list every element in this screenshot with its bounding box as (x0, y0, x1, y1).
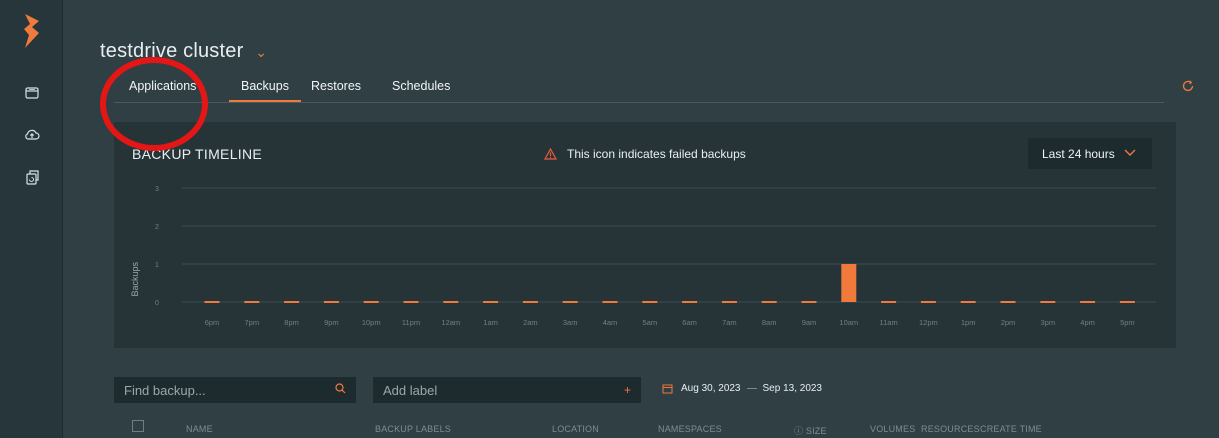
search-icon (335, 383, 346, 397)
x-tick-label: 1pm (961, 318, 976, 327)
y-axis-label: Backups (130, 261, 140, 296)
x-tick-label: 3am (563, 318, 578, 327)
select-all-checkbox[interactable] (132, 420, 144, 432)
bar (721, 301, 737, 303)
x-tick-label: 11pm (402, 318, 420, 327)
column-header-size-label: SIZE (805, 426, 827, 436)
bar (363, 301, 379, 303)
cluster-selector[interactable]: testdrive cluster ⌄ (100, 40, 267, 63)
sidebar-item-backups[interactable] (23, 126, 41, 144)
sidebar (0, 0, 63, 438)
x-tick-label: 6pm (205, 318, 220, 327)
add-label-input[interactable]: Add label + (373, 377, 641, 403)
cloud-upload-icon (25, 129, 40, 140)
x-tick-label: 3pm (1041, 318, 1056, 327)
bar (522, 301, 538, 303)
bar (801, 301, 817, 303)
bar (562, 301, 578, 303)
column-header-location[interactable]: LOCATION (552, 424, 599, 434)
bar (682, 301, 698, 303)
bar (483, 301, 499, 303)
bar (881, 301, 897, 303)
y-tick-label: 0 (155, 300, 159, 307)
y-tick-label: 1 (155, 262, 159, 269)
bar (602, 301, 618, 303)
refresh-icon[interactable] (1180, 78, 1196, 94)
bar (642, 301, 658, 303)
window-icon (25, 87, 39, 99)
main-content: testdrive cluster ⌄ Applications Backups… (62, 0, 1219, 438)
tab-backups[interactable]: Backups (229, 79, 301, 102)
sidebar-item-restores[interactable] (23, 168, 41, 186)
x-tick-label: 6am (682, 318, 697, 327)
sidebar-item-applications[interactable] (23, 84, 41, 102)
x-tick-label: 4am (603, 318, 618, 327)
x-tick-label: 10am (839, 318, 858, 327)
tab-applications[interactable]: Applications (129, 79, 196, 93)
tab-bar: Applications Backups Restores Schedules (114, 78, 1194, 103)
x-tick-label: 9am (802, 318, 817, 327)
x-tick-label: 1am (483, 318, 498, 327)
restore-icon (26, 170, 39, 185)
filter-bar: Find backup... Add label + Aug 30, 2023 … (114, 377, 1174, 403)
x-tick-label: 12am (441, 318, 460, 327)
column-header-create-time[interactable]: CREATE TIME (980, 424, 1042, 434)
search-input[interactable]: Find backup... (114, 377, 356, 403)
x-tick-label: 7am (722, 318, 737, 327)
column-header-name[interactable]: NAME (186, 424, 213, 434)
tab-schedules[interactable]: Schedules (392, 79, 450, 93)
x-tick-label: 11am (879, 318, 897, 327)
bar (1080, 301, 1096, 303)
bar (284, 301, 300, 303)
x-tick-label: 9pm (324, 318, 339, 327)
bar (1119, 301, 1135, 303)
add-label-placeholder: Add label (383, 383, 438, 398)
bar (244, 301, 260, 303)
column-header-size[interactable]: ⓘ SIZE (794, 424, 827, 437)
bar (443, 301, 459, 303)
bar (920, 301, 936, 303)
x-tick-label: 4pm (1080, 318, 1095, 327)
date-to: Sep 13, 2023 (762, 383, 823, 394)
column-header-backup-labels[interactable]: BACKUP LABELS (375, 424, 451, 434)
x-tick-label: 12pm (919, 318, 938, 327)
x-tick-label: 5am (643, 318, 658, 327)
search-placeholder: Find backup... (124, 383, 206, 398)
bar (1040, 301, 1056, 303)
help-icon: ⓘ (794, 426, 804, 436)
bar (204, 301, 220, 303)
chevron-down-icon: ⌄ (255, 44, 268, 60)
bar (960, 301, 976, 303)
x-tick-label: 2am (523, 318, 538, 327)
cluster-title: testdrive cluster (100, 40, 244, 62)
column-header-resources[interactable]: RESOURCES (921, 424, 980, 434)
plus-icon: + (623, 383, 631, 397)
x-tick-label: 10pm (362, 318, 381, 327)
backup-timeline-panel: BACKUP TIMELINE This icon indicates fail… (114, 122, 1176, 348)
table-header: NAME BACKUP LABELS LOCATION NAMESPACES ⓘ… (114, 418, 1174, 438)
x-tick-label: 5pm (1120, 318, 1135, 327)
x-tick-label: 8am (762, 318, 777, 327)
date-range-picker[interactable]: Aug 30, 2023 Sep 13, 2023 (662, 383, 822, 394)
bar (403, 301, 419, 303)
calendar-icon (662, 384, 673, 394)
y-tick-label: 2 (155, 224, 159, 231)
column-header-volumes[interactable]: VOLUMES (870, 424, 915, 434)
x-tick-label: 8pm (284, 318, 299, 327)
tab-restores[interactable]: Restores (311, 79, 361, 93)
backup-timeline-chart: 0 1 2 3 Backups 6pm 7pm 8pm 9pm 10pm 11pm 12am 1am 2a… (130, 186, 1156, 327)
portworx-logo-icon (24, 14, 39, 48)
column-header-namespaces[interactable]: NAMESPACES (658, 424, 722, 434)
bar (1000, 301, 1016, 303)
date-from: Aug 30, 2023 (681, 383, 741, 394)
y-tick-label: 3 (155, 186, 159, 193)
bar (841, 264, 857, 302)
bar (323, 301, 339, 303)
bar (761, 301, 777, 303)
x-tick-label: 2pm (1001, 318, 1016, 327)
x-tick-label: 7pm (245, 318, 260, 327)
